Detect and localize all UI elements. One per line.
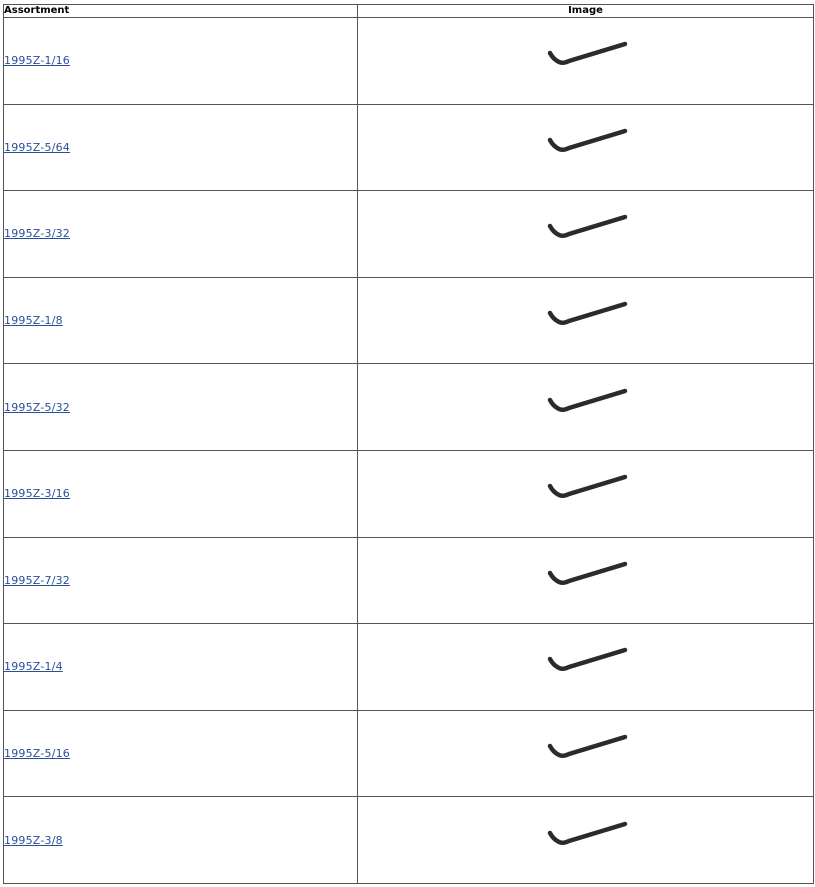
image-cell <box>357 363 814 451</box>
assortment-cell: 1995Z-7/32 <box>3 536 358 625</box>
assortment-cell: 1995Z-5/64 <box>3 103 358 192</box>
table-row: 1995Z-5/64 <box>3 103 814 192</box>
table-row: 1995Z-5/32 <box>3 363 814 451</box>
image-cell <box>357 276 814 365</box>
part-link[interactable]: 1995Z-1/8 <box>4 314 63 327</box>
column-header-assortment: Assortment <box>3 4 358 18</box>
table-row: 1995Z-1/16 <box>3 17 814 105</box>
assortment-cell: 1995Z-1/16 <box>3 17 358 105</box>
image-cell <box>357 709 814 798</box>
part-link[interactable]: 1995Z-5/16 <box>4 747 70 760</box>
hex-key-icon <box>547 561 627 585</box>
part-link[interactable]: 1995Z-7/32 <box>4 574 70 587</box>
image-cell <box>357 17 814 105</box>
hex-key-icon <box>547 215 627 239</box>
table-row: 1995Z-3/32 <box>3 190 814 278</box>
column-header-image: Image <box>357 4 814 18</box>
table-row: 1995Z-3/8 <box>3 796 814 884</box>
part-link[interactable]: 1995Z-3/16 <box>4 487 70 500</box>
image-cell <box>357 190 814 278</box>
image-cell <box>357 536 814 625</box>
hex-key-icon <box>547 42 627 66</box>
hex-key-icon <box>547 301 627 326</box>
table-row: 1995Z-7/32 <box>3 536 814 625</box>
assortment-cell: 1995Z-5/32 <box>3 363 358 451</box>
hex-key-icon <box>547 475 627 499</box>
table-row: 1995Z-1/8 <box>3 276 814 365</box>
assortment-cell: 1995Z-3/16 <box>3 449 358 538</box>
assortment-table: Assortment Image 1995Z-1/16 1995Z-5/64 1… <box>3 4 814 884</box>
table-row: 1995Z-1/4 <box>3 623 814 711</box>
image-cell <box>357 623 814 711</box>
image-cell <box>357 103 814 192</box>
assortment-cell: 1995Z-5/16 <box>3 709 358 798</box>
hex-key-icon <box>547 128 627 152</box>
assortment-cell: 1995Z-1/8 <box>3 276 358 365</box>
table-header-row: Assortment Image <box>3 4 814 18</box>
part-link[interactable]: 1995Z-1/16 <box>4 54 70 67</box>
hex-key-icon <box>547 821 627 845</box>
assortment-cell: 1995Z-3/8 <box>3 796 358 884</box>
assortment-cell: 1995Z-3/32 <box>3 190 358 278</box>
assortment-cell: 1995Z-1/4 <box>3 623 358 711</box>
hex-key-icon <box>547 648 627 672</box>
part-link[interactable]: 1995Z-5/32 <box>4 401 70 414</box>
part-link[interactable]: 1995Z-5/64 <box>4 141 70 154</box>
part-link[interactable]: 1995Z-1/4 <box>4 660 63 673</box>
table-row: 1995Z-5/16 <box>3 709 814 798</box>
hex-key-icon <box>547 388 627 412</box>
image-cell <box>357 796 814 884</box>
part-link[interactable]: 1995Z-3/32 <box>4 227 70 240</box>
table-row: 1995Z-3/16 <box>3 449 814 538</box>
hex-key-icon <box>547 734 627 759</box>
image-cell <box>357 449 814 538</box>
part-link[interactable]: 1995Z-3/8 <box>4 834 63 847</box>
